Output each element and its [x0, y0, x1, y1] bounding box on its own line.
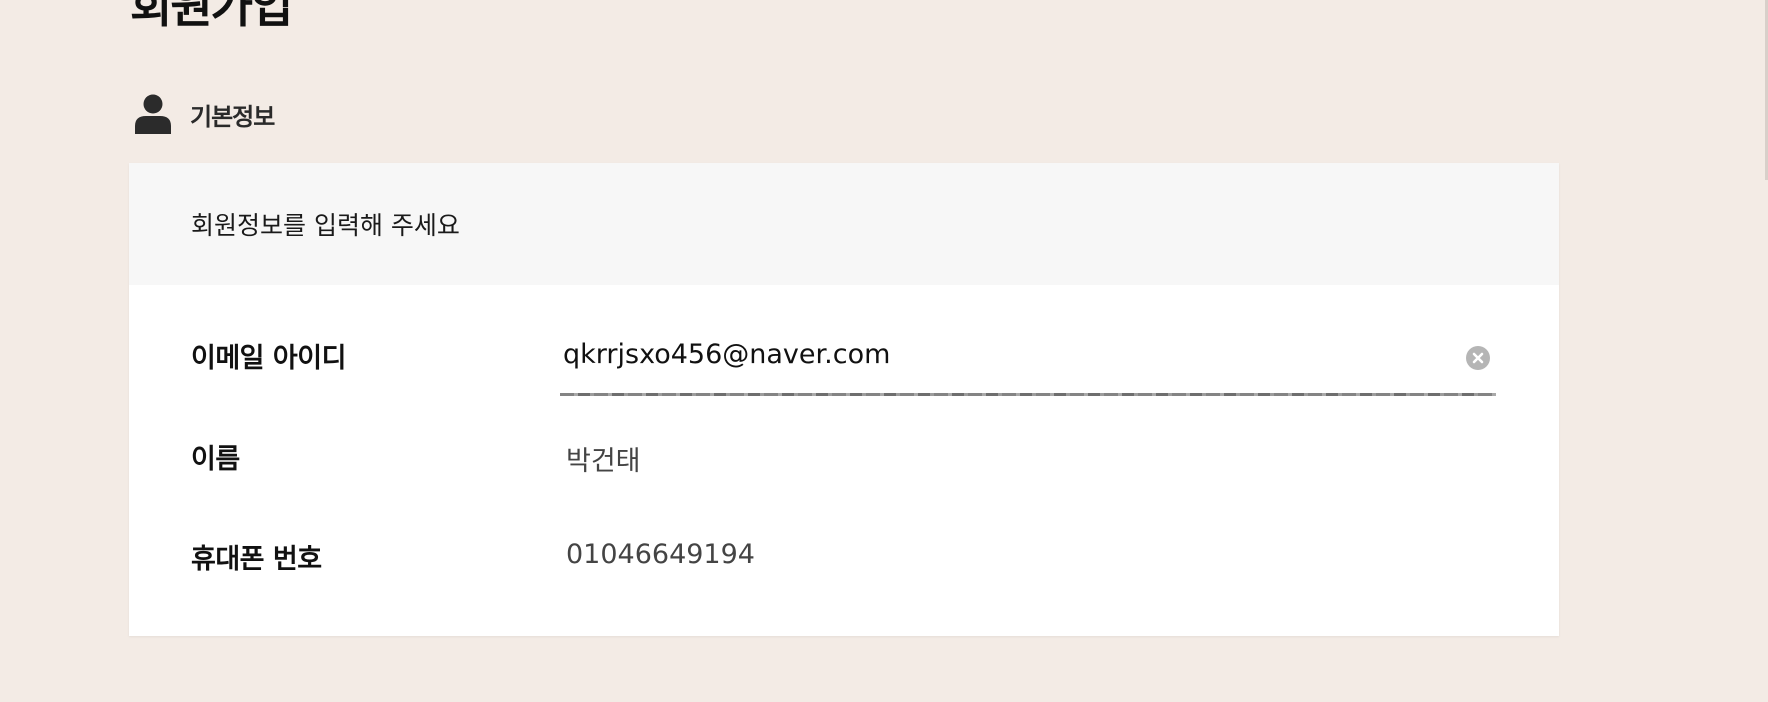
member-info-form: 회원정보를 입력해 주세요 이메일 아이디 이름 박건태 휴대폰 번호 0104… — [129, 163, 1559, 636]
name-value[interactable]: 박건태 — [566, 439, 641, 478]
clear-email-button[interactable] — [1466, 346, 1490, 370]
form-header: 회원정보를 입력해 주세요 — [129, 163, 1559, 285]
email-field[interactable] — [557, 332, 1451, 376]
phone-row: 휴대폰 번호 01046649194 — [191, 537, 1497, 597]
section-header: 기본정보 — [134, 94, 275, 134]
person-icon — [134, 94, 172, 134]
page-title: 회원가입 — [130, 0, 293, 33]
name-row: 이름 박건태 — [191, 437, 1497, 497]
section-label: 기본정보 — [190, 102, 275, 131]
email-field-underline — [560, 393, 1496, 396]
phone-value[interactable]: 01046649194 — [566, 539, 755, 570]
name-label: 이름 — [191, 444, 240, 475]
phone-label: 휴대폰 번호 — [191, 544, 322, 575]
email-label: 이메일 아이디 — [191, 343, 346, 374]
clear-icon — [1472, 352, 1484, 364]
email-row: 이메일 아이디 — [191, 332, 1497, 396]
